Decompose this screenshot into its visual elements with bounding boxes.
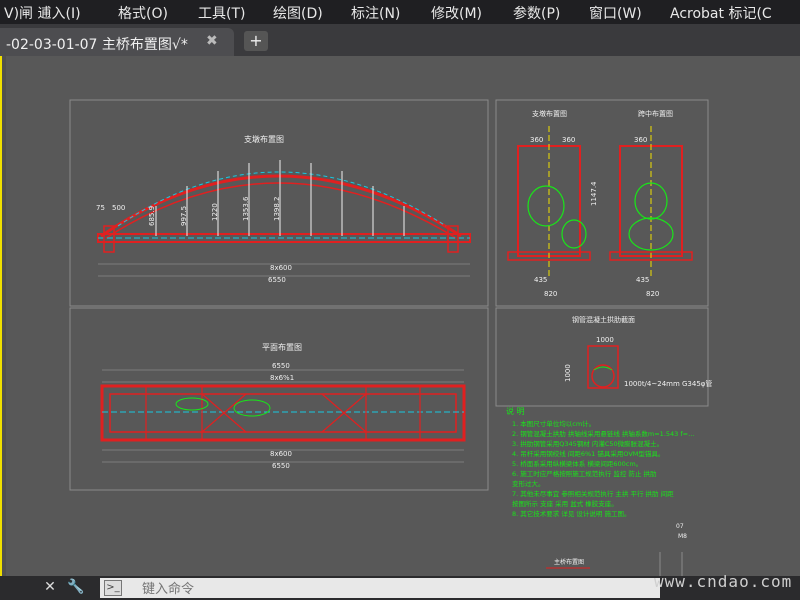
dim-c-435: 435 [636, 276, 649, 284]
section-support-title: 支墩布置图 [532, 109, 567, 118]
note-2: 2. 钢管混凝土拱肋 拱轴线采用悬链线 拱轴系数m=1.543 f=… [512, 429, 695, 438]
bridge-drawing: 支墩布置图 75 500 685.9 997.5 1220 1353.6 139… [69, 99, 712, 576]
dim-s-360b: 360 [562, 136, 575, 144]
dim-c-360: 360 [634, 136, 647, 144]
sheet-number: 07 [676, 523, 684, 530]
note-4: 4. 吊杆采用钢绞线 间距6%1 锚具采用OVM型锚具。 [512, 449, 664, 458]
dim-left-75: 75 [96, 204, 105, 212]
dim-v4: 1353.6 [242, 196, 250, 221]
menu-dimension[interactable]: 标注(N) [351, 3, 400, 23]
note-7: 7. 其他未尽事宜 参照相关规范执行 主拱 平行 拱肋 间距 [512, 489, 674, 498]
menu-acrobat[interactable]: Acrobat 标记(C [670, 3, 772, 23]
dim-c-820: 820 [646, 290, 659, 298]
menu-parameters[interactable]: 参数(P) [513, 3, 560, 23]
section-midspan [609, 126, 693, 276]
dim-d-1000b: 1000 [564, 364, 572, 382]
tube-detail [587, 345, 619, 389]
dim-plan-6550: 6550 [272, 362, 290, 370]
command-input[interactable] [100, 578, 660, 598]
command-close-icon[interactable]: ✕ [40, 579, 60, 597]
dim-d-1000a: 1000 [596, 336, 614, 344]
detail-title: 钢管混凝土拱肋截面 [572, 315, 635, 324]
sheet-sub: M8 [678, 533, 687, 540]
dim-s-360a: 360 [530, 136, 543, 144]
note-6b: 变形过大。 [512, 479, 545, 488]
dim-plan-8600: 8x600 [270, 450, 292, 458]
tab-close-icon[interactable]: ✖ [206, 33, 218, 49]
dim-left-500: 500 [112, 204, 125, 212]
dim-bottom-6550: 6550 [268, 276, 286, 284]
section-support [507, 126, 591, 276]
note-1: 1. 本图尺寸单位均以cm计。 [512, 419, 595, 428]
menu-tools[interactable]: 工具(T) [198, 3, 245, 23]
note-6: 6. 施工时应严格按照施工规范执行 监控 防止 拱肋 [512, 469, 657, 478]
menu-format[interactable]: 格式(O) [118, 3, 168, 23]
dim-v1: 685.9 [148, 206, 156, 226]
dim-s-1147: 1147.4 [590, 181, 598, 206]
dim-v5: 1398.2 [273, 197, 281, 222]
menu-window[interactable]: 窗口(W) [589, 3, 642, 23]
command-settings-icon[interactable]: 🔧 [66, 579, 86, 597]
document-tab-bar: -02-03-01-07 主桥布置图√* ✖ [0, 24, 800, 56]
footer-title: 主桥布置图 [554, 558, 584, 566]
dim-plan-bottom-6550: 6550 [272, 462, 290, 470]
dim-bottom-8x600: 8x600 [270, 264, 292, 272]
menu-insert[interactable]: V)闸 逋入(I) [4, 3, 81, 23]
menu-draw[interactable]: 绘图(D) [273, 3, 323, 23]
document-tab[interactable]: -02-03-01-07 主桥布置图√* ✖ [0, 28, 234, 56]
dim-v3: 1220 [211, 203, 219, 221]
plan-title: 平面布置图 [262, 342, 302, 352]
plan-view [100, 384, 466, 442]
note-8: 8. 其它技术要求 详见 设计说明 施工图。 [512, 509, 630, 518]
menu-modify[interactable]: 修改(M) [431, 3, 482, 23]
notes-title: 说 明 [506, 406, 525, 416]
document-tab-title: -02-03-01-07 主桥布置图√* [6, 37, 188, 53]
section-midspan-title: 跨中布置图 [638, 109, 673, 118]
dim-s-435: 435 [534, 276, 547, 284]
menu-bar: V)闸 逋入(I) 格式(O) 工具(T) 绘图(D) 标注(N) 修改(M) … [0, 0, 800, 24]
note-5: 5. 桥面系采用纵横梁体系 横梁间距600cm。 [512, 459, 642, 468]
note-3: 3. 拱肋钢管采用Q345钢材 内灌C50微膨胀混凝土。 [512, 439, 663, 448]
note-7b: 按图所示 支座 采用 盆式 橡胶支座。 [512, 499, 618, 508]
drawing-canvas[interactable]: 支墩布置图 75 500 685.9 997.5 1220 1353.6 139… [6, 56, 800, 576]
dim-s-820: 820 [544, 290, 557, 298]
dim-v2: 997.5 [180, 206, 188, 226]
dim-plan-sub: 8x6%1 [270, 374, 294, 382]
command-prompt-icon[interactable]: >_ [104, 580, 122, 596]
new-tab-button[interactable]: + [244, 31, 268, 51]
design-notes: 说 明 1. 本图尺寸单位均以cm计。 2. 钢管混凝土拱肋 拱轴线采用悬链线 … [506, 406, 695, 518]
detail-note: 1000t/4~24mm G345φ管 [624, 379, 712, 388]
watermark-text: www.cndao.com [654, 572, 793, 591]
elevation-title: 支墩布置图 [244, 134, 284, 144]
